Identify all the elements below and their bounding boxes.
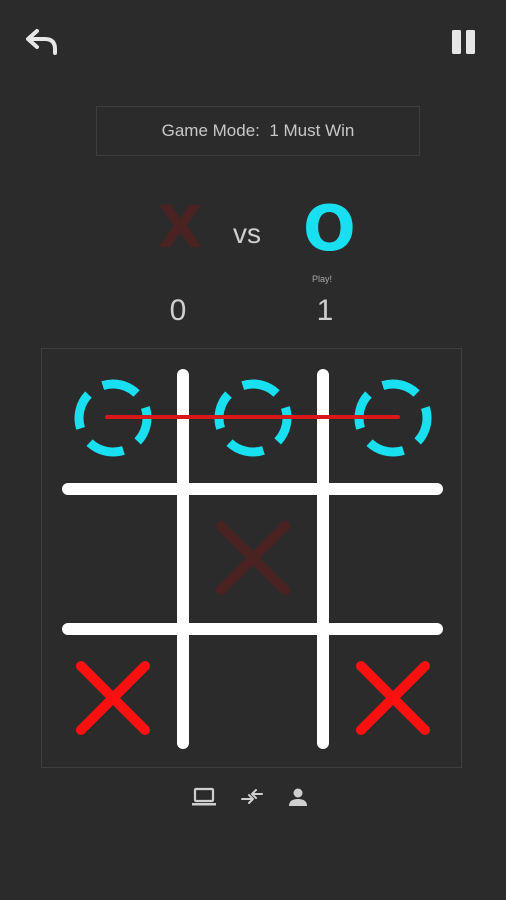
swap-arrows-icon	[241, 789, 263, 804]
board-cell-5[interactable]	[188, 495, 318, 625]
player-x-symbol: X	[158, 193, 203, 261]
board-cell-2[interactable]	[188, 355, 318, 485]
game-board	[41, 348, 462, 768]
person-icon	[289, 788, 307, 806]
scoreboard: X vs O Play! 0 1	[0, 190, 506, 340]
player-mode-button[interactable]	[282, 782, 314, 812]
board-cell-4[interactable]	[48, 495, 178, 625]
board-cell-3[interactable]	[328, 355, 458, 485]
player-o-score: 1	[316, 294, 334, 327]
game-mode-box: Game Mode: 1 Must Win	[96, 106, 420, 156]
bottom-toolbar	[0, 782, 506, 812]
game-screen: Game Mode: 1 Must Win X vs O Play! 0 1	[0, 0, 506, 900]
player-o-symbol: O	[303, 192, 356, 265]
board-cell-8[interactable]	[188, 635, 318, 765]
undo-button[interactable]	[22, 24, 62, 60]
vs-label: vs	[233, 218, 261, 249]
pause-icon	[452, 30, 475, 54]
player-x-score: 0	[169, 294, 187, 327]
undo-arrow-icon	[26, 29, 57, 55]
computer-mode-button[interactable]	[188, 782, 220, 812]
board-cell-6[interactable]	[328, 495, 458, 625]
board-cell-7[interactable]	[48, 635, 178, 765]
board-cell-9[interactable]	[328, 635, 458, 765]
game-mode-value: 1 Must Win	[269, 121, 355, 140]
pause-button[interactable]	[444, 24, 484, 60]
board-cell-1[interactable]	[48, 355, 178, 485]
turn-indicator: Play!	[312, 274, 333, 284]
laptop-icon	[192, 787, 216, 806]
swap-mode-button[interactable]	[236, 782, 268, 812]
game-mode-label: Game Mode:	[161, 121, 260, 140]
